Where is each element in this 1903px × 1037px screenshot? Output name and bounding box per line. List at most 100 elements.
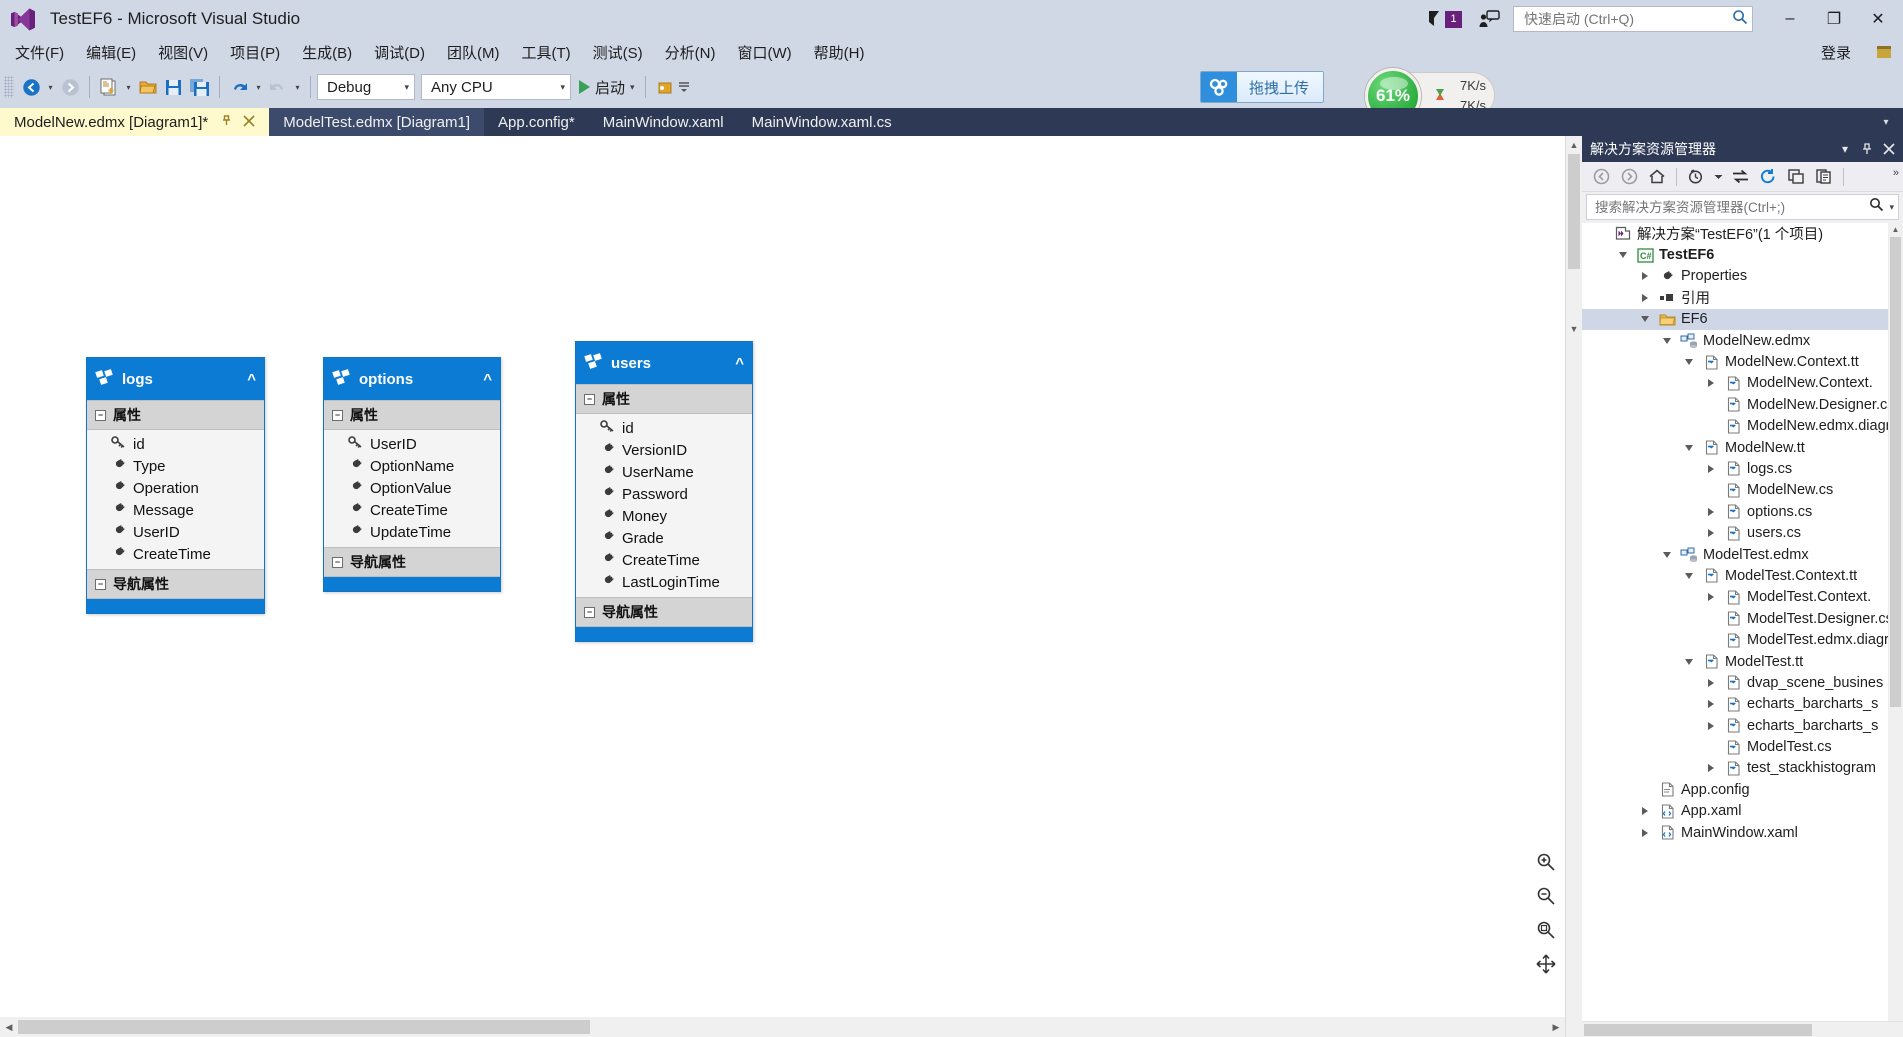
canvas-vertical-scrollbar[interactable]: ▲ ▼ <box>1565 136 1582 1037</box>
maximize-button[interactable]: ❐ <box>1813 4 1855 34</box>
entity-property[interactable]: Message <box>87 499 264 521</box>
tree-item-modelnew-designer-cs[interactable]: ModelNew.Designer.cs <box>1582 394 1903 415</box>
tab-overflow-icon[interactable]: ▾ <box>1875 108 1897 136</box>
solution-tree-horizontal-scrollbar[interactable] <box>1582 1021 1903 1037</box>
notification-flag-icon[interactable]: 1 <box>1427 8 1467 30</box>
chevron-right-icon[interactable]: » <box>1893 167 1899 179</box>
tab-mainwindow-xaml[interactable]: MainWindow.xaml <box>589 108 738 136</box>
menu-item-tools[interactable]: 工具(T) <box>510 39 581 66</box>
entity-property[interactable]: Password <box>576 483 752 505</box>
close-tab-icon[interactable] <box>243 114 255 130</box>
tab-modelnew-edmx[interactable]: ModelNew.edmx [Diagram1]* <box>0 108 270 136</box>
tree-item-modeltest-cs[interactable]: ModelTest.cs <box>1582 736 1903 757</box>
menu-item-help[interactable]: 帮助(H) <box>803 39 876 66</box>
chevron-right-icon[interactable] <box>1700 721 1722 730</box>
tree-item-modelnew-tt[interactable]: ModelNew.tt <box>1582 437 1903 458</box>
chevron-down-icon[interactable] <box>1711 165 1725 189</box>
solution-search-box[interactable]: ▾ <box>1586 194 1899 220</box>
chevron-up-icon[interactable]: ^ <box>483 371 492 388</box>
menu-item-view[interactable]: 视图(V) <box>147 39 219 66</box>
fit-to-screen-icon[interactable] <box>1536 920 1556 945</box>
navigate-forward-icon[interactable] <box>57 73 83 101</box>
chevron-right-icon[interactable] <box>1634 272 1656 281</box>
chevron-down-icon[interactable]: ▾ <box>1835 138 1855 160</box>
chevron-down-icon[interactable]: ▾ <box>1889 202 1894 213</box>
menu-item-analyze[interactable]: 分析(N) <box>654 39 727 66</box>
scroll-down-icon[interactable]: ▼ <box>1566 320 1582 337</box>
chevron-down-icon[interactable] <box>1678 572 1700 579</box>
tree-item-logs-cs[interactable]: logs.cs <box>1582 458 1903 479</box>
tree-item-echarts-barcharts-s[interactable]: echarts_barcharts_s <box>1582 694 1903 715</box>
chevron-down-icon[interactable] <box>1656 551 1678 558</box>
collapse-expander[interactable]: − <box>95 409 106 421</box>
entity-property[interactable]: CreateTime <box>324 499 500 521</box>
tab-mainwindow-xaml-cs[interactable]: MainWindow.xaml.cs <box>738 108 906 136</box>
entity-property[interactable]: UserID <box>87 521 264 543</box>
chevron-up-icon[interactable]: ^ <box>247 371 256 388</box>
menu-item-project[interactable]: 项目(P) <box>219 39 291 66</box>
entity-property[interactable]: id <box>576 417 752 439</box>
entity-header[interactable]: logs ^ <box>87 358 264 400</box>
menu-item-debug[interactable]: 调试(D) <box>363 39 436 66</box>
send-feedback-icon[interactable] <box>1477 8 1503 30</box>
navigate-back-dropdown[interactable]: ▾ <box>44 73 57 101</box>
solution-vscroll-thumb[interactable] <box>1890 237 1901 707</box>
tree-item-dvap-scene-busines[interactable]: dvap_scene_busines <box>1582 672 1903 693</box>
solution-tree-vertical-scrollbar[interactable]: ▲ <box>1888 223 1903 1021</box>
tree-item-ef6[interactable]: EF6 <box>1582 308 1903 330</box>
entity-property[interactable]: OptionValue <box>324 477 500 499</box>
solution-tree[interactable]: 解决方案“TestEF6”(1 个项目) C# TestEF6 Properties 引… <box>1582 223 1903 1021</box>
entity-users[interactable]: users ^ − 属性 id VersionID UserName Passw… <box>575 341 753 642</box>
pin-icon[interactable] <box>1857 138 1877 160</box>
tree-item-test-stackhistogram[interactable]: test_stackhistogram <box>1582 758 1903 779</box>
entity-property[interactable]: UserID <box>324 433 500 455</box>
chevron-right-icon[interactable] <box>1700 529 1722 538</box>
tree-item-testef6[interactable]: C# TestEF6 <box>1582 244 1903 265</box>
entity-property[interactable]: Operation <box>87 477 264 499</box>
tree-item-testef6-1[interactable]: 解决方案“TestEF6”(1 个项目) <box>1582 223 1903 244</box>
tree-item-modeltest-context[interactable]: ModelTest.Context. <box>1582 587 1903 608</box>
entity-property[interactable]: Grade <box>576 527 752 549</box>
entity-property[interactable]: LastLoginTime <box>576 571 752 593</box>
collapse-expander[interactable]: − <box>332 556 343 568</box>
quick-launch-input[interactable] <box>1522 10 1732 28</box>
chevron-down-icon[interactable] <box>1678 658 1700 665</box>
tree-item-modelnew-edmx[interactable]: ModelNew.edmx <box>1582 330 1903 351</box>
vscroll-thumb[interactable] <box>1568 154 1580 269</box>
pan-icon[interactable] <box>1536 954 1556 979</box>
sign-in-link[interactable]: 登录 <box>1821 42 1851 63</box>
tree-item-echarts-barcharts-s[interactable]: echarts_barcharts_s <box>1582 715 1903 736</box>
chevron-right-icon[interactable] <box>1700 700 1722 709</box>
entity-property[interactable]: CreateTime <box>576 549 752 571</box>
chevron-down-icon[interactable] <box>1612 252 1634 259</box>
entity-property[interactable]: Money <box>576 505 752 527</box>
zoom-in-icon[interactable] <box>1536 852 1556 877</box>
zoom-out-icon[interactable] <box>1536 886 1556 911</box>
entity-property[interactable]: id <box>87 433 264 455</box>
tree-item-modeltest-edmx[interactable]: ModelTest.edmx <box>1582 544 1903 565</box>
properties-section-header[interactable]: − 属性 <box>87 400 264 430</box>
toolbar-overflow-icon[interactable] <box>678 73 691 101</box>
navigation-section-header[interactable]: − 导航属性 <box>324 547 500 577</box>
collapse-expander[interactable]: − <box>584 393 595 405</box>
tree-item-modelnew-edmx-diagr[interactable]: ModelNew.edmx.diagr <box>1582 416 1903 437</box>
navigation-section-header[interactable]: − 导航属性 <box>576 597 752 627</box>
new-project-icon[interactable] <box>96 73 122 101</box>
tree-item-modelnew-context[interactable]: ModelNew.Context. <box>1582 373 1903 394</box>
chevron-right-icon[interactable] <box>1634 828 1656 837</box>
tab-modeltest-edmx[interactable]: ModelTest.edmx [Diagram1] <box>269 108 484 136</box>
redo-icon[interactable] <box>265 73 291 101</box>
forward-icon[interactable] <box>1616 165 1642 189</box>
tree-item-modeltest-edmx-diagr[interactable]: ModelTest.edmx.diagr <box>1582 629 1903 650</box>
tree-item-modeltest-context-tt[interactable]: ModelTest.Context.tt <box>1582 565 1903 586</box>
tree-item-mainwindow-xaml[interactable]: MainWindow.xaml <box>1582 822 1903 843</box>
collapse-expander[interactable]: − <box>95 578 106 590</box>
entity-logs[interactable]: logs ^ − 属性 id Type Operation Message Us… <box>86 357 265 614</box>
menu-item-edit[interactable]: 编辑(E) <box>75 39 147 66</box>
search-icon[interactable] <box>1869 197 1884 217</box>
canvas-horizontal-scrollbar[interactable]: ◀ ▶ <box>0 1017 1565 1037</box>
entity-property[interactable]: Type <box>87 455 264 477</box>
tree-item-modelnew-context-tt[interactable]: ModelNew.Context.tt <box>1582 351 1903 372</box>
tree-item-modelnew-cs[interactable]: ModelNew.cs <box>1582 480 1903 501</box>
diagram-surface[interactable]: logs ^ − 属性 id Type Operation Message Us… <box>0 136 1565 1037</box>
